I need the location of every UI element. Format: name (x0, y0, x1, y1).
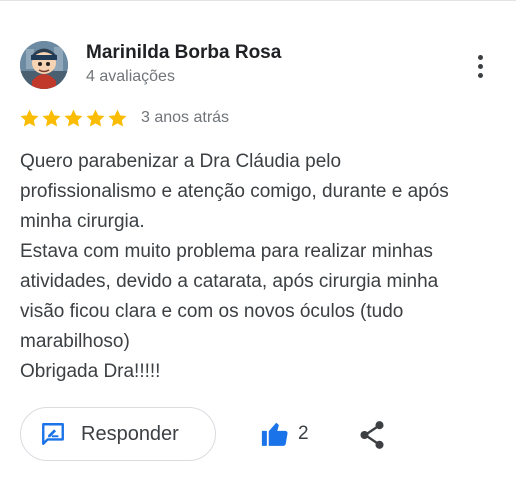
star-rating (19, 108, 128, 129)
like-button[interactable]: 2 (260, 418, 309, 450)
star-icon (64, 109, 83, 127)
star-icon (20, 109, 39, 127)
review-text-line: marabilhoso) (20, 331, 130, 352)
like-count: 2 (298, 423, 309, 444)
more-vertical-icon-dot (477, 72, 483, 78)
more-vertical-icon (477, 54, 483, 60)
avatar[interactable] (20, 41, 68, 89)
star-icon (108, 109, 127, 127)
share-button[interactable] (358, 420, 386, 450)
review-card: Marinilda Borba Rosa 4 avaliações 3 anos… (0, 0, 516, 478)
review-text-line: visão ficou clara e com os novos óculos … (20, 301, 404, 322)
star-icon (86, 109, 105, 127)
star-icon (42, 109, 61, 127)
rating-row: 3 anos atrás (19, 107, 229, 129)
more-options-button[interactable] (466, 49, 494, 83)
thumbs-up-icon (261, 422, 288, 446)
reply-button-label: Responder (81, 422, 179, 445)
author-name[interactable]: Marinilda Borba Rosa (86, 42, 281, 64)
review-date: 3 anos atrás (141, 109, 230, 126)
share-icon (360, 421, 384, 449)
review-text-line: Obrigada Dra!!!!! (20, 361, 161, 382)
author-review-count: 4 avaliações (86, 68, 175, 85)
reply-button[interactable]: Responder (20, 407, 216, 461)
review-text-line: atividades, devido a catarata, após ciru… (20, 271, 439, 292)
review-text-line: minha cirurgia. (20, 211, 145, 232)
review-text: Quero parabenizar a Dra Cláudia pelo pro… (20, 147, 500, 387)
review-text-line: Estava com muito problema para realizar … (20, 241, 433, 262)
reply-comment-icon (42, 423, 64, 445)
cartoon-character-avatar-icon (20, 41, 68, 89)
review-text-line: profissionalismo e atenção comigo, duran… (20, 181, 449, 202)
more-vertical-icon-dot (477, 63, 483, 69)
review-text-line: Quero parabenizar a Dra Cláudia pelo (20, 151, 342, 172)
